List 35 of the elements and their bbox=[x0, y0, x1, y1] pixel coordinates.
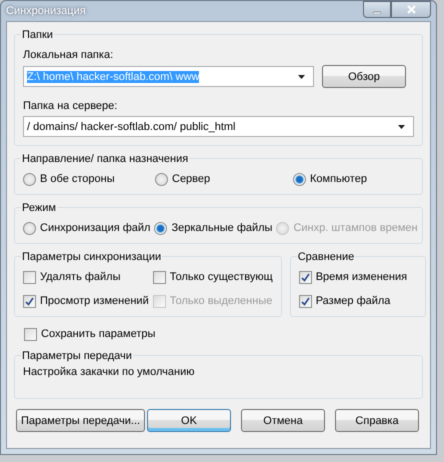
radio-option[interactable]: Синхронизация файл bbox=[23, 221, 150, 235]
transfer-settings-text: Настройка закачки по умолчанию bbox=[23, 366, 196, 378]
window-title: Синхронизация bbox=[6, 5, 86, 17]
minimize-button[interactable] bbox=[363, 1, 391, 18]
checkbox-option[interactable]: Удалять файлы bbox=[23, 270, 149, 284]
checkbox-option[interactable]: Размер файла bbox=[298, 294, 417, 308]
group-title: Направление/ папка назначения bbox=[21, 153, 190, 165]
checkbox-option[interactable]: Только существующ bbox=[152, 270, 273, 284]
checkbox-option[interactable]: Сохранить параметры bbox=[24, 327, 156, 341]
group-title: Параметры синхронизации bbox=[21, 251, 162, 263]
radio-option[interactable]: Сервер bbox=[155, 172, 289, 186]
dialog-button[interactable]: Отмена bbox=[241, 409, 325, 432]
radio-option[interactable]: Компьютер bbox=[293, 172, 414, 186]
radio-option[interactable]: Зеркальные файлы bbox=[154, 221, 272, 235]
close-button[interactable] bbox=[391, 1, 431, 18]
field-label: Папка на сервере: bbox=[23, 100, 118, 112]
dropdown-arrow-icon[interactable] bbox=[398, 124, 405, 128]
checkbox-option[interactable]: Просмотр изменений bbox=[23, 294, 149, 308]
dialog-button[interactable]: Параметры передачи... bbox=[16, 409, 146, 432]
group-title: Режим bbox=[21, 202, 57, 214]
group-title: Сравнение bbox=[296, 251, 356, 263]
group-title: Параметры передачи bbox=[21, 350, 133, 362]
dialog-button[interactable]: OK bbox=[147, 409, 231, 432]
browse-button[interactable]: Обзор bbox=[322, 65, 406, 88]
dropdown-arrow-icon[interactable] bbox=[298, 74, 305, 78]
checkmark-icon bbox=[300, 296, 310, 306]
radio-option[interactable]: В обе стороны bbox=[23, 172, 151, 186]
field-label: Локальная папка: bbox=[23, 49, 114, 61]
checkbox-option[interactable]: Время изменения bbox=[298, 270, 417, 284]
dialog-button[interactable]: Справка bbox=[335, 409, 419, 432]
server-folder-combo[interactable]: / domains/ hacker-softlab.com/ public_html bbox=[23, 116, 414, 137]
checkmark-icon bbox=[25, 296, 34, 306]
close-icon bbox=[406, 5, 416, 14]
checkmark-icon bbox=[300, 272, 310, 282]
group-title: Папки bbox=[21, 29, 54, 41]
